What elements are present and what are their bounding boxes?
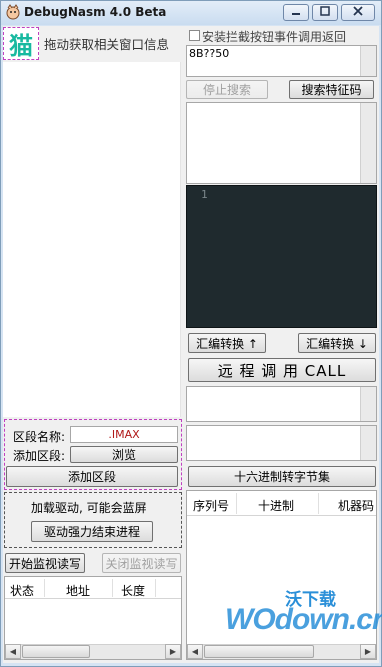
stop-monitor-button[interactable]: 关闭监视读写 [102,553,181,573]
call-params-box[interactable] [186,386,377,422]
add-section-button[interactable]: 添加区段 [6,466,178,487]
scroll-left-icon[interactable]: ◀ [187,644,203,659]
app-icon [5,4,21,20]
section-add-label: 添加区段: [13,449,66,463]
column-divider [155,579,156,597]
asm-convert-down-button[interactable]: 汇编转换 ↓ [298,333,376,353]
pattern-input[interactable]: 8B??50 [186,45,377,77]
monitor-col-status[interactable]: 状态 [10,582,34,599]
bytes-col-decimal[interactable]: 十进制 [258,497,294,514]
monitor-col-address[interactable]: 地址 [66,582,90,599]
maximize-icon [320,6,330,19]
hex-input-vscrollbar[interactable] [360,426,376,460]
column-divider [44,579,45,597]
drag-picker-target[interactable]: 猫 [3,27,39,60]
window-title: DebugNasm 4.0 Beta [24,5,167,19]
call-params-vscrollbar[interactable] [360,387,376,421]
bytes-scroll-thumb[interactable] [204,645,314,658]
monitor-col-length[interactable]: 长度 [121,582,145,599]
asm-code-editor[interactable]: 1 [186,185,377,328]
close-icon [353,6,363,19]
search-results-box[interactable] [186,102,377,184]
intercept-checkbox[interactable] [189,30,200,41]
section-name-value: .IMAX [108,428,140,441]
cat-picker-icon: 猫 [9,32,33,60]
monitor-scroll-thumb[interactable] [22,645,90,658]
driver-warning-text: 加载驱动, 可能会蓝屏 [31,501,147,515]
column-divider [236,493,237,514]
pattern-value: 8B??50 [189,47,230,60]
results-vscrollbar[interactable] [360,103,376,183]
asm-convert-up-button[interactable]: 汇编转换 ↑ [188,333,266,353]
pattern-vscrollbar[interactable] [360,46,376,76]
editor-line-number: 1 [201,188,208,201]
column-divider [112,579,113,597]
section-name-label: 区段名称: [13,430,66,444]
intercept-checkbox-label: 安装拦截按钮事件调用返回 [202,30,347,44]
close-button[interactable] [341,4,375,21]
column-divider [318,493,319,514]
start-monitor-button[interactable]: 开始监视读写 [5,553,85,573]
window-info-area [3,62,181,417]
scroll-right-icon[interactable]: ▶ [165,644,181,659]
bytes-col-machine-code[interactable]: 机器码 [338,497,374,514]
browse-button[interactable]: 浏览 [70,446,178,463]
stop-search-button[interactable]: 停止搜索 [186,80,268,99]
drag-picker-label: 拖动获取相关窗口信息 [44,37,170,52]
driver-kill-process-button[interactable]: 驱动强力结束进程 [31,521,153,542]
search-signature-button[interactable]: 搜索特征码 [289,80,374,99]
section-name-input[interactable]: .IMAX [70,426,178,443]
minimize-icon [291,6,301,19]
bytes-col-index[interactable]: 序列号 [193,497,229,514]
scroll-left-icon[interactable]: ◀ [5,644,21,659]
hex-to-bytes-button[interactable]: 十六进制转字节集 [188,466,376,487]
hex-input-box[interactable] [186,425,377,461]
minimize-button[interactable] [283,4,309,21]
remote-call-button[interactable]: 远 程 调 用 CALL [188,358,376,382]
maximize-button[interactable] [312,4,338,21]
scroll-right-icon[interactable]: ▶ [360,644,376,659]
